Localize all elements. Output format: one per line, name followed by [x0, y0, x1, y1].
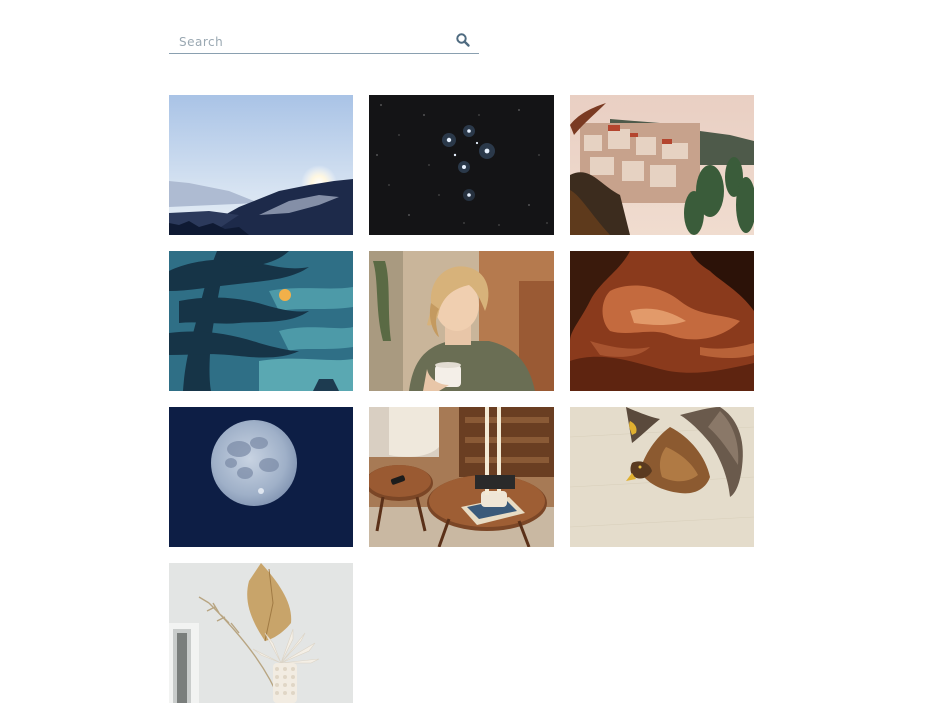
- search-bar: [169, 28, 479, 54]
- gallery-image-coastal-town[interactable]: [570, 95, 754, 235]
- gallery-image-woodblock-pine[interactable]: [169, 251, 353, 391]
- gallery-image-abstract-marble[interactable]: [570, 251, 754, 391]
- gallery-image-hawk-painting[interactable]: [570, 407, 754, 547]
- search-input[interactable]: [169, 28, 449, 53]
- gallery-image-woman-with-mug[interactable]: [369, 251, 554, 391]
- image-gallery: [169, 95, 755, 703]
- gallery-image-dried-palm-vase[interactable]: [169, 563, 353, 703]
- search-icon[interactable]: [455, 32, 471, 48]
- gallery-image-mountain-sunrise[interactable]: [169, 95, 353, 235]
- gallery-image-coffee-tables[interactable]: [369, 407, 554, 547]
- gallery-image-full-moon[interactable]: [169, 407, 353, 547]
- gallery-image-star-cluster[interactable]: [369, 95, 554, 235]
- page: [0, 0, 945, 716]
